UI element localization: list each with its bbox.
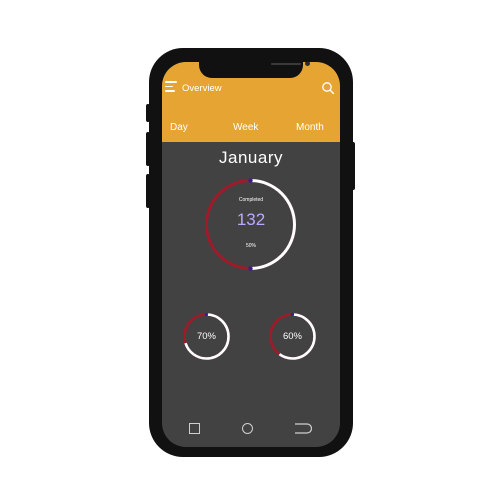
page-title: Overview xyxy=(182,83,222,94)
circle-home-icon[interactable] xyxy=(242,423,253,434)
ring-accent-top xyxy=(204,312,209,317)
completed-count: 132 xyxy=(236,210,266,229)
camera xyxy=(305,62,310,66)
search-icon[interactable] xyxy=(321,81,335,95)
speaker xyxy=(271,63,301,65)
tab-week[interactable]: Week xyxy=(233,122,258,133)
menu-icon[interactable] xyxy=(165,81,177,93)
completed-percent: 50% xyxy=(245,243,256,249)
completed-label: Completed xyxy=(238,197,264,203)
app-screen: Overview Day Week Month January Complete… xyxy=(162,62,340,447)
notch xyxy=(199,62,310,78)
ring-accent-top xyxy=(248,178,253,183)
tab-day[interactable]: Day xyxy=(170,122,188,133)
ring-2-label: 60% xyxy=(282,331,302,342)
recent-apps-icon[interactable] xyxy=(294,423,312,434)
month-title: January xyxy=(219,148,283,167)
ring-1-label: 70% xyxy=(196,331,216,342)
ring-accent-bottom xyxy=(248,266,253,271)
tab-month[interactable]: Month xyxy=(296,122,324,133)
square-back-icon[interactable] xyxy=(189,423,200,434)
app-header: Overview Day Week Month xyxy=(162,62,340,142)
ring-accent-top xyxy=(290,312,295,317)
